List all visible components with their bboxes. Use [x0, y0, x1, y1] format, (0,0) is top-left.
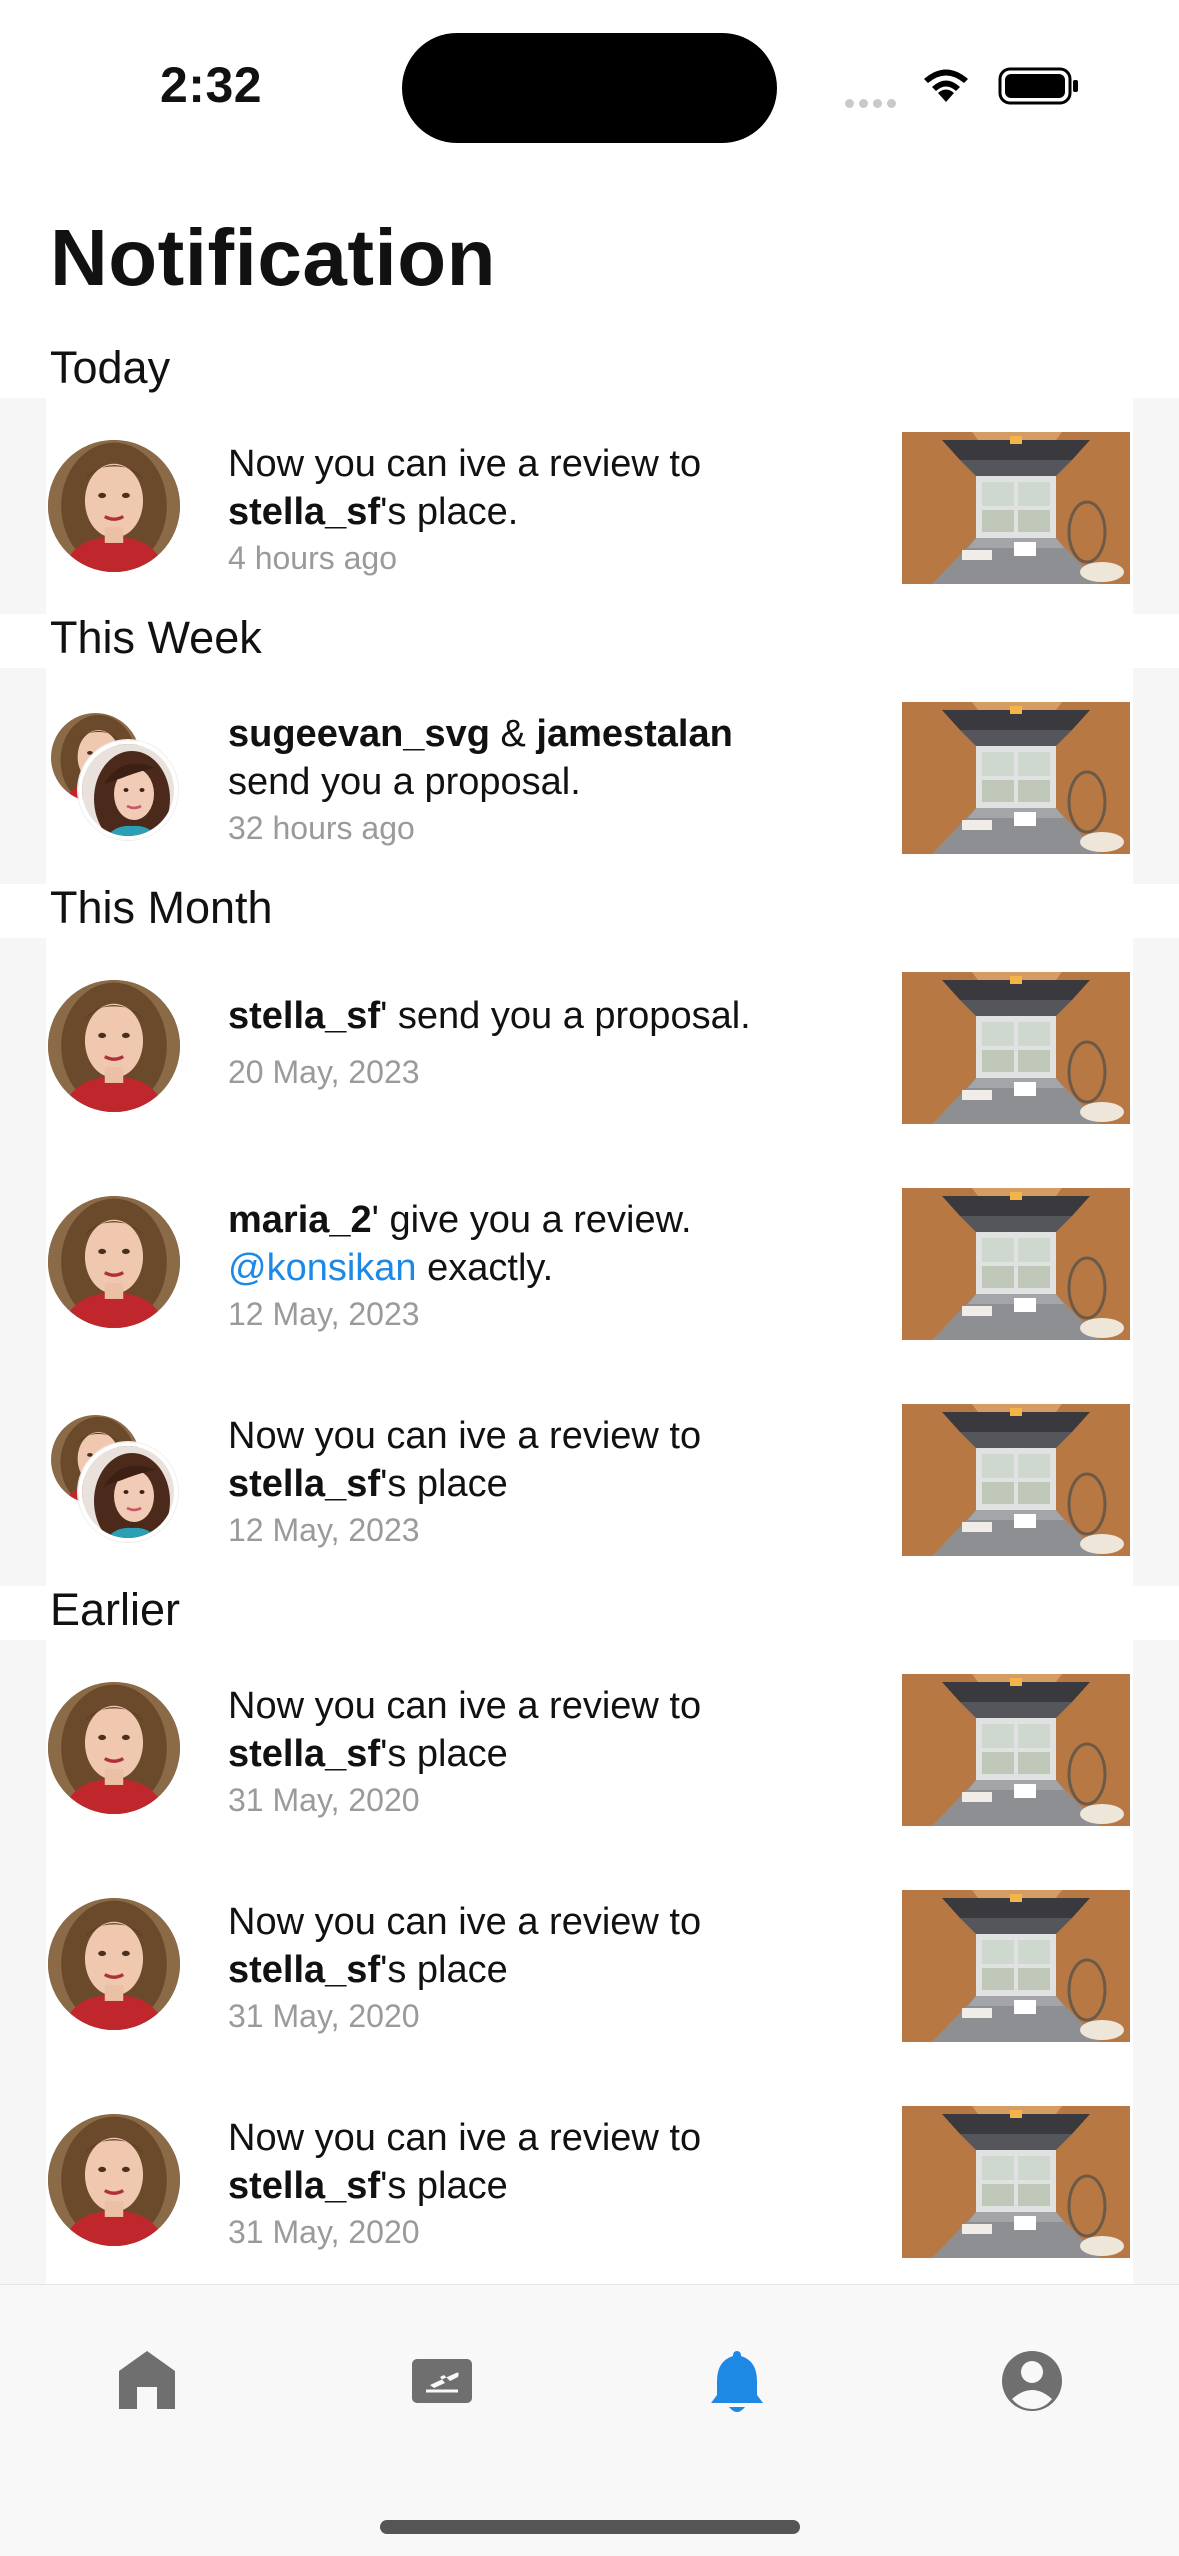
notification-time: 4 hours ago — [228, 540, 398, 576]
username[interactable]: stella_sf — [228, 1949, 380, 1991]
notification-item[interactable]: Now you can ive a review to stella_sf's … — [0, 430, 1179, 590]
notification-text: Now you can ive a review to stella_sf's … — [228, 1682, 868, 1820]
avatar-group[interactable] — [48, 710, 183, 845]
cellular-signal-icon — [845, 95, 901, 113]
avatar[interactable] — [48, 440, 180, 572]
avatar[interactable] — [48, 1196, 180, 1328]
notification-time: 12 May, 2023 — [228, 1512, 420, 1548]
battery-icon — [998, 67, 1078, 105]
place-thumbnail[interactable] — [902, 972, 1130, 1124]
notification-item[interactable]: Now you can ive a review to stella_sf's … — [0, 2104, 1179, 2264]
place-thumbnail[interactable] — [902, 1890, 1130, 2042]
username[interactable]: sugeevan_svg — [228, 713, 490, 755]
avatar[interactable] — [48, 2114, 180, 2246]
notification-time: 32 hours ago — [228, 810, 415, 846]
notification-text: stella_sf' send you a proposal. 20 May, … — [228, 992, 868, 1092]
avatar-group[interactable] — [48, 1412, 183, 1547]
notification-time: 20 May, 2023 — [228, 1054, 420, 1090]
account-icon — [1002, 2351, 1062, 2411]
place-thumbnail[interactable] — [902, 1404, 1130, 1556]
notification-text: Now you can ive a review to stella_sf's … — [228, 2114, 868, 2252]
avatar[interactable] — [48, 1898, 180, 2030]
place-thumbnail[interactable] — [902, 1188, 1130, 1340]
notification-text: Now you can ive a review to stella_sf's … — [228, 1412, 868, 1550]
notification-time: 31 May, 2020 — [228, 1782, 420, 1818]
notification-text: sugeevan_svg & jamestalan send you a pro… — [228, 710, 868, 848]
tab-profile[interactable] — [992, 2341, 1072, 2421]
place-thumbnail[interactable] — [902, 2106, 1130, 2258]
avatar[interactable] — [48, 1682, 180, 1814]
bottom-tab-bar — [0, 2284, 1179, 2556]
notification-time: 31 May, 2020 — [228, 1998, 420, 2034]
notification-time: 12 May, 2023 — [228, 1296, 420, 1332]
username[interactable]: stella_sf — [228, 995, 380, 1037]
bell-icon — [711, 2351, 763, 2412]
ticket-icon — [412, 2359, 472, 2403]
place-thumbnail[interactable] — [902, 432, 1130, 584]
mention-link[interactable]: @konsikan — [228, 1247, 417, 1289]
notification-item[interactable]: maria_2' give you a review. @konsikan ex… — [0, 1186, 1179, 1346]
notification-text: Now you can ive a review to stella_sf's … — [228, 440, 868, 578]
dynamic-island — [402, 33, 777, 143]
place-thumbnail[interactable] — [902, 1674, 1130, 1826]
username[interactable]: stella_sf — [228, 491, 380, 533]
status-time: 2:32 — [160, 57, 263, 113]
home-icon — [119, 2351, 175, 2409]
username[interactable]: maria_2 — [228, 1199, 372, 1241]
notification-text: maria_2' give you a review. @konsikan ex… — [228, 1196, 868, 1334]
notification-item[interactable]: sugeevan_svg & jamestalan send you a pro… — [0, 700, 1179, 860]
page-title: Notification — [50, 213, 496, 302]
username[interactable]: stella_sf — [228, 2165, 380, 2207]
notification-time: 31 May, 2020 — [228, 2214, 420, 2250]
section-title-today: Today — [50, 342, 171, 393]
notification-item[interactable]: Now you can ive a review to stella_sf's … — [0, 1672, 1179, 1832]
section-title-earlier: Earlier — [50, 1584, 181, 1635]
section-title-this-week: This Week — [50, 612, 262, 663]
notification-text: Now you can ive a review to stella_sf's … — [228, 1898, 868, 2036]
wifi-icon — [924, 69, 968, 102]
place-thumbnail[interactable] — [902, 702, 1130, 854]
status-bar: 2:32 — [0, 0, 1179, 170]
username[interactable]: jamestalan — [536, 713, 732, 755]
username[interactable]: stella_sf — [228, 1733, 380, 1775]
notification-item[interactable]: stella_sf' send you a proposal. 20 May, … — [0, 970, 1179, 1130]
home-indicator[interactable] — [380, 2520, 800, 2534]
notification-item[interactable]: Now you can ive a review to stella_sf's … — [0, 1402, 1179, 1562]
tab-bookings[interactable] — [402, 2341, 482, 2421]
notification-item[interactable]: Now you can ive a review to stella_sf's … — [0, 1888, 1179, 2048]
tab-home[interactable] — [107, 2341, 187, 2421]
username[interactable]: stella_sf — [228, 1463, 380, 1505]
tab-notifications[interactable] — [697, 2341, 777, 2421]
avatar[interactable] — [48, 980, 180, 1112]
section-title-this-month: This Month — [50, 882, 273, 933]
